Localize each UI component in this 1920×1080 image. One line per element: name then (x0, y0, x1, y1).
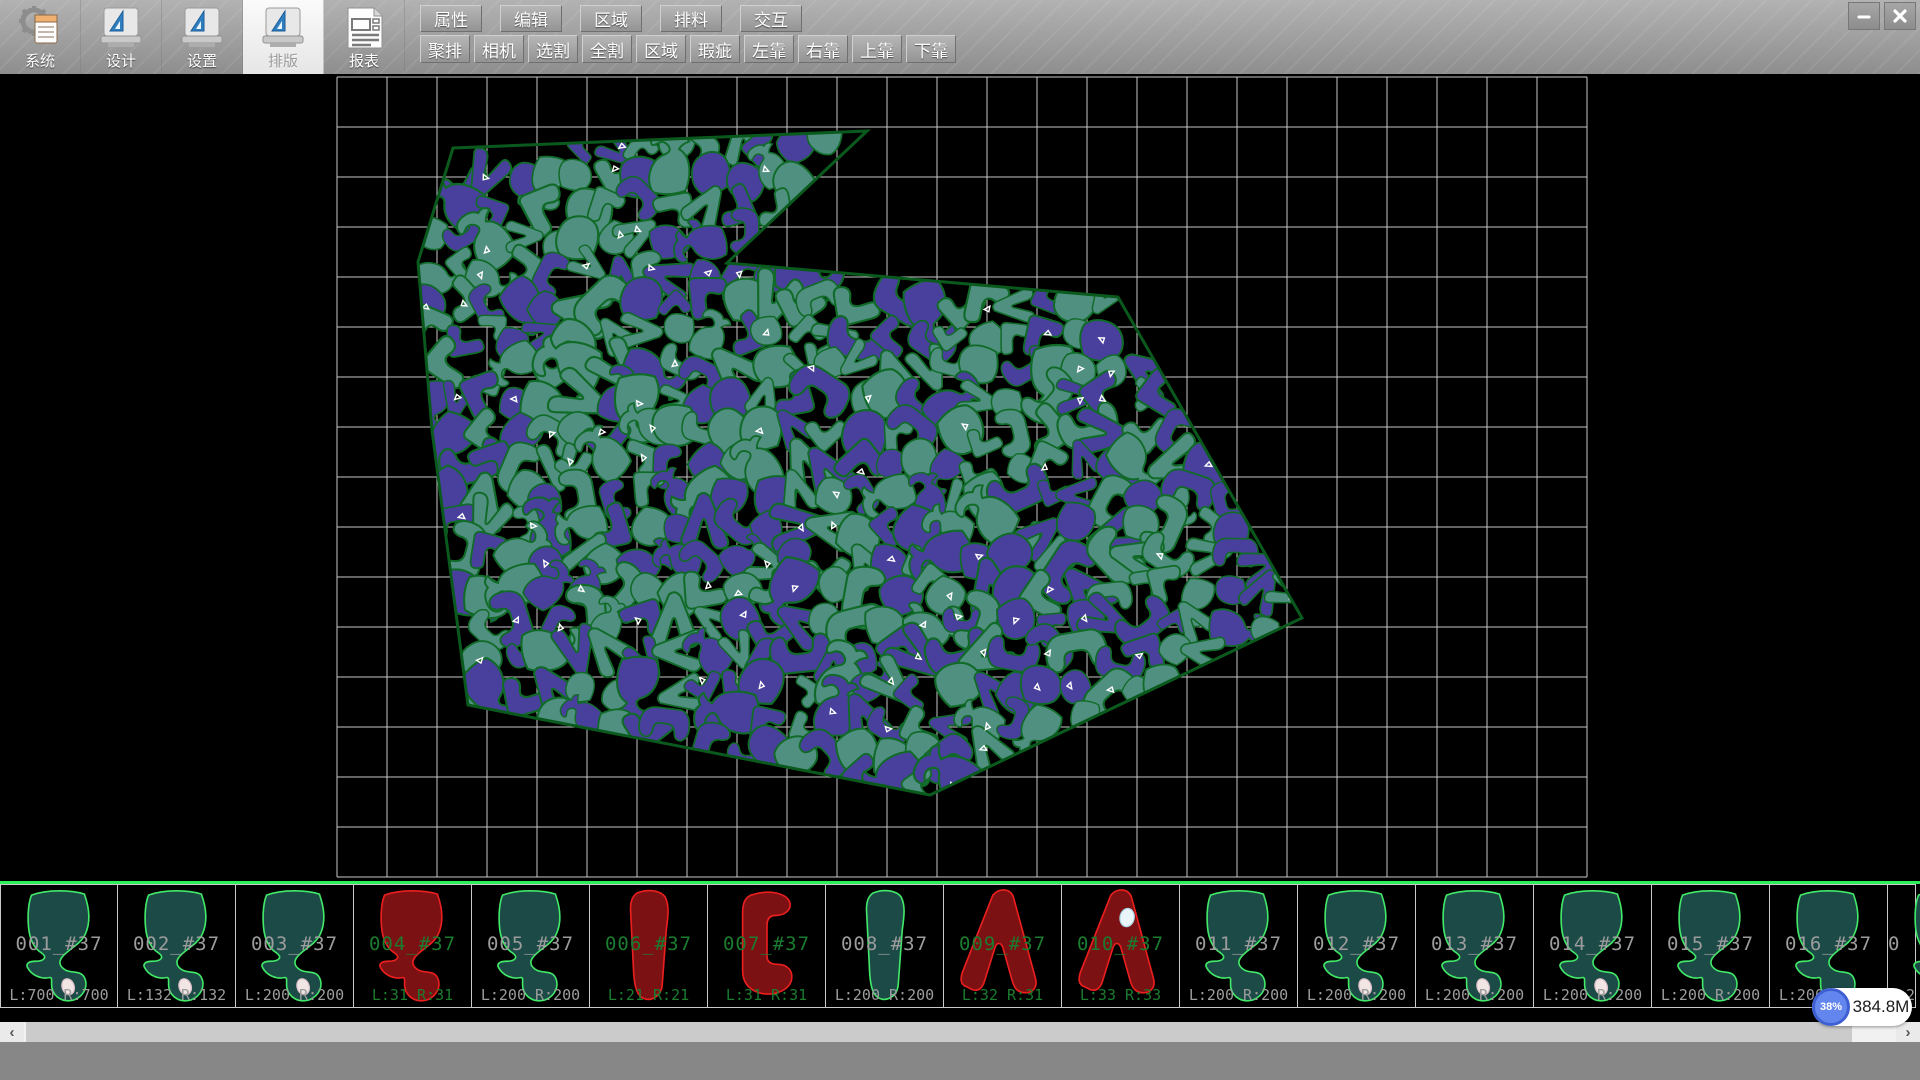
menu-edit[interactable]: 编辑 (500, 5, 562, 32)
piece-id-label: 012_#37 (1298, 933, 1415, 955)
design-ruler-icon (96, 5, 146, 51)
memory-usage-value: 384.8M (1850, 997, 1912, 1017)
piece-id-label: 007_#37 (708, 933, 825, 955)
thumbnail-cell-007[interactable]: 007_#37 L:31 R:31 (708, 884, 826, 1008)
filmstrip-scrollbar[interactable]: ‹ › (0, 1022, 1920, 1042)
piece-id-label: 009_#37 (944, 933, 1061, 955)
piece-id-label: 006_#37 (590, 933, 707, 955)
menu-nesting[interactable]: 排料 (660, 5, 722, 32)
thumbnail-cell-003[interactable]: 003_#37 L:200 R:200 (236, 884, 354, 1008)
menu-row-top: 属性编辑区域排料交互 (420, 5, 802, 32)
piece-id-label: 016_#37 (1770, 933, 1887, 955)
piece-lr-count: L:200 R:200 (1534, 986, 1651, 1004)
close-button[interactable] (1884, 2, 1916, 30)
filmstrip-bottom-gap (0, 1010, 1920, 1022)
piece-lr-count: L:200 R:200 (472, 986, 589, 1004)
piece-id-label: 015_#37 (1652, 933, 1769, 955)
application-window: 系统 设计 设置 排版 报表 属性编辑区域排料交互 聚排相机选割全割区域瑕疵左靠… (0, 0, 1920, 1080)
piece-lr-count: L:200 R:200 (1416, 986, 1533, 1004)
main-tab-label: 排版 (268, 53, 298, 71)
main-tab-settings[interactable]: 设置 (162, 0, 243, 74)
piece-lr-count: L:200 R:200 (1652, 986, 1769, 1004)
scrollbar-thumb[interactable] (26, 1022, 1852, 1042)
tool-snap-left[interactable]: 左靠 (744, 35, 794, 63)
piece-lr-count: L:32 R:31 (944, 986, 1061, 1004)
piece-lr-count: L:132 R:132 (118, 986, 235, 1004)
main-tab-label: 系统 (25, 53, 55, 71)
nesting-canvas[interactable] (0, 74, 1920, 881)
tool-snap-right[interactable]: 右靠 (798, 35, 848, 63)
piece-id-label: 002_#37 (118, 933, 235, 955)
tool-camera[interactable]: 相机 (474, 35, 524, 63)
piece-id-label: 001_#37 (1, 933, 117, 955)
piece-lr-count: L:31 R:31 (708, 986, 825, 1004)
thumbnail-cell-002[interactable]: 002_#37 L:132 R:132 (118, 884, 236, 1008)
piece-id-label: 004_#37 (354, 933, 471, 955)
status-bar (0, 1042, 1920, 1080)
tool-snap-top[interactable]: 上靠 (852, 35, 902, 63)
piece-lr-count: L:200 R:200 (236, 986, 353, 1004)
piece-lr-count: L:200 R:200 (1298, 986, 1415, 1004)
piece-lr-count: L:200 R:200 (1180, 986, 1297, 1004)
close-icon (1892, 8, 1908, 24)
tool-defect[interactable]: 瑕疵 (690, 35, 740, 63)
minimize-icon (1856, 8, 1872, 24)
piece-filmstrip: 001_#37 L:700 R:700 002_#37 L:132 R:132 … (0, 884, 1920, 1010)
piece-id-label: 005_#37 (472, 933, 589, 955)
progress-badge: 38% 384.8M (1812, 988, 1912, 1026)
thumbnail-cell-012[interactable]: 012_#37 L:200 R:200 (1298, 884, 1416, 1008)
tool-region[interactable]: 区域 (636, 35, 686, 63)
piece-lr-count: L:200 R:200 (826, 986, 943, 1004)
design-ruler-icon (177, 5, 227, 51)
scroll-left-arrow[interactable]: ‹ (0, 1022, 24, 1042)
thumbnail-cell-006[interactable]: 006_#37 L:21 R:21 (590, 884, 708, 1008)
design-ruler-icon (258, 5, 308, 51)
report-document-icon (341, 5, 387, 51)
window-controls (1848, 2, 1916, 30)
piece-id-label: 011_#37 (1180, 933, 1297, 955)
piece-lr-count: L:21 R:21 (590, 986, 707, 1004)
thumbnail-cell-008[interactable]: 008_#37 L:200 R:200 (826, 884, 944, 1008)
minimize-button[interactable] (1848, 2, 1880, 30)
toolbar: 系统 设计 设置 排版 报表 属性编辑区域排料交互 聚排相机选割全割区域瑕疵左靠… (0, 0, 1920, 74)
main-tab-report[interactable]: 报表 (324, 0, 405, 74)
piece-id-label: 003_#37 (236, 933, 353, 955)
piece-lr-count: L:33 R:33 (1062, 986, 1179, 1004)
tool-snap-bottom[interactable]: 下靠 (906, 35, 956, 63)
menu-interact[interactable]: 交互 (740, 5, 802, 32)
menu-region[interactable]: 区域 (580, 5, 642, 32)
menu-row-tools: 聚排相机选割全割区域瑕疵左靠右靠上靠下靠 (420, 35, 956, 63)
progress-percent-badge: 38% (1812, 988, 1850, 1026)
piece-id-label: 014_#37 (1534, 933, 1651, 955)
piece-id-label: 013_#37 (1416, 933, 1533, 955)
main-tab-design[interactable]: 设计 (81, 0, 162, 74)
system-gear-icon (17, 5, 63, 51)
thumbnail-cell-015[interactable]: 015_#37 L:200 R:200 (1652, 884, 1770, 1008)
tool-select-cut[interactable]: 选割 (528, 35, 578, 63)
piece-id-label: 008_#37 (826, 933, 943, 955)
main-tab-label: 报表 (349, 53, 379, 71)
tool-cluster-nest[interactable]: 聚排 (420, 35, 470, 63)
nesting-layout-drawing (0, 74, 1920, 881)
thumbnail-cell-005[interactable]: 005_#37 L:200 R:200 (472, 884, 590, 1008)
thumbnail-cell-010[interactable]: 010_#37 L:33 R:33 (1062, 884, 1180, 1008)
thumbnail-cell-004[interactable]: 004_#37 L:31 R:31 (354, 884, 472, 1008)
main-tab-label: 设计 (106, 53, 136, 71)
thumbnail-cell-001[interactable]: 001_#37 L:700 R:700 (0, 884, 118, 1008)
thumbnail-cell-011[interactable]: 011_#37 L:200 R:200 (1180, 884, 1298, 1008)
menu-properties[interactable]: 属性 (420, 5, 482, 32)
scroll-right-arrow[interactable]: › (1896, 1022, 1920, 1042)
main-tab-layout[interactable]: 排版 (243, 0, 324, 74)
main-tab-label: 设置 (187, 53, 217, 71)
thumbnail-cell-014[interactable]: 014_#37 L:200 R:200 (1534, 884, 1652, 1008)
thumbnail-cell-013[interactable]: 013_#37 L:200 R:200 (1416, 884, 1534, 1008)
piece-id-label: 010_#37 (1062, 933, 1179, 955)
tool-cut-all[interactable]: 全割 (582, 35, 632, 63)
piece-lr-count: L:31 R:31 (354, 986, 471, 1004)
piece-id-label: 0 (1888, 933, 1915, 955)
piece-lr-count: L:700 R:700 (1, 986, 117, 1004)
main-tab-system[interactable]: 系统 (0, 0, 81, 74)
thumbnail-cell-009[interactable]: 009_#37 L:32 R:31 (944, 884, 1062, 1008)
main-tab-bar: 系统 设计 设置 排版 报表 (0, 0, 405, 74)
